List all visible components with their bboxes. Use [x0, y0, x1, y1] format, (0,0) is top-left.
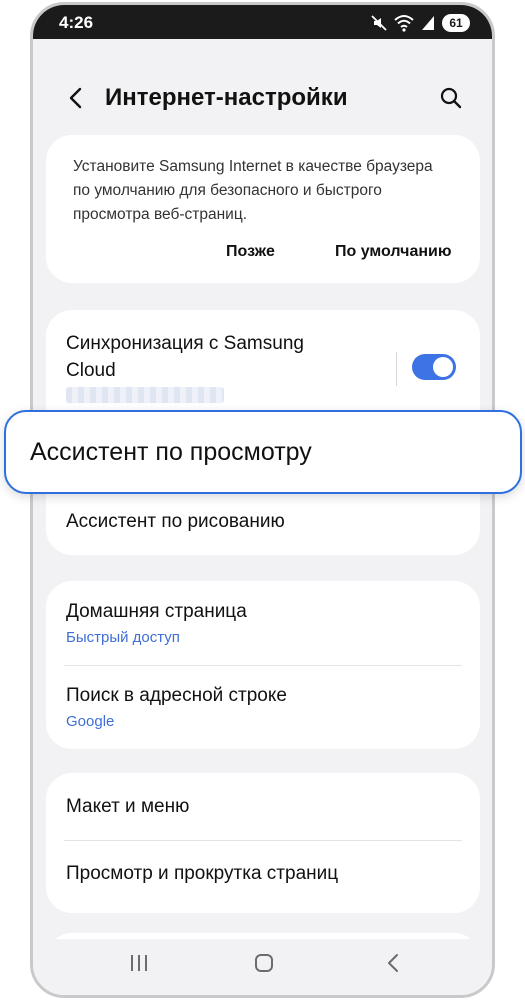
later-button[interactable]: Позже	[226, 243, 275, 261]
status-time: 4:26	[59, 13, 94, 32]
browsing-assistant-label: Ассистент по просмотру	[30, 438, 312, 466]
battery-level: 61	[449, 16, 463, 30]
mute-icon	[371, 15, 387, 31]
browsing-assistant-item[interactable]: Ассистент по просмотру	[4, 410, 522, 494]
default-browser-card: Установите Samsung Internet в качестве б…	[46, 135, 480, 283]
signal-icon	[422, 16, 434, 30]
status-bar: 4:26 61	[33, 5, 492, 39]
default-browser-message: Установите Samsung Internet в качестве б…	[73, 158, 433, 223]
search-icon	[440, 87, 462, 109]
drawing-assistant-item[interactable]: Ассистент по рисованию	[66, 511, 285, 533]
sync-item-title[interactable]: Синхронизация с Samsung Cloud	[66, 330, 346, 384]
set-default-button[interactable]: По умолчанию	[335, 243, 452, 261]
divider	[64, 840, 462, 841]
back-button[interactable]	[61, 83, 91, 113]
sync-account-blurred	[66, 387, 224, 403]
recent-apps-icon[interactable]	[128, 953, 150, 973]
battery-icon: 61	[442, 14, 470, 32]
sync-toggle-knob	[433, 357, 453, 377]
sync-toggle[interactable]	[412, 354, 456, 380]
wifi-icon	[394, 15, 414, 32]
chevron-left-icon	[69, 87, 82, 109]
app-bar: Интернет-настройки	[33, 65, 492, 129]
divider	[64, 665, 462, 666]
home-search-card: Домашняя страница Быстрый доступ Поиск в…	[46, 581, 480, 749]
nav-back-icon[interactable]	[383, 952, 405, 974]
home-icon[interactable]	[253, 952, 275, 974]
status-icons: 61	[370, 13, 470, 33]
page-title: Интернет-настройки	[105, 84, 348, 111]
search-button[interactable]	[436, 83, 466, 113]
page-scroll-item[interactable]: Просмотр и прокрутка страниц	[66, 863, 338, 885]
home-page-item[interactable]: Домашняя страница	[66, 601, 247, 623]
layout-menu-item[interactable]: Макет и меню	[66, 796, 189, 818]
home-page-value: Быстрый доступ	[66, 629, 180, 646]
layout-card: Макет и меню Просмотр и прокрутка страни…	[46, 773, 480, 913]
navigation-bar	[33, 939, 492, 995]
address-bar-search-value: Google	[66, 713, 115, 730]
sync-divider	[396, 352, 397, 386]
address-bar-search-item[interactable]: Поиск в адресной строке	[66, 685, 287, 707]
phone-frame: 4:26 61 Интернет-настройки Установите Sa…	[30, 2, 495, 998]
